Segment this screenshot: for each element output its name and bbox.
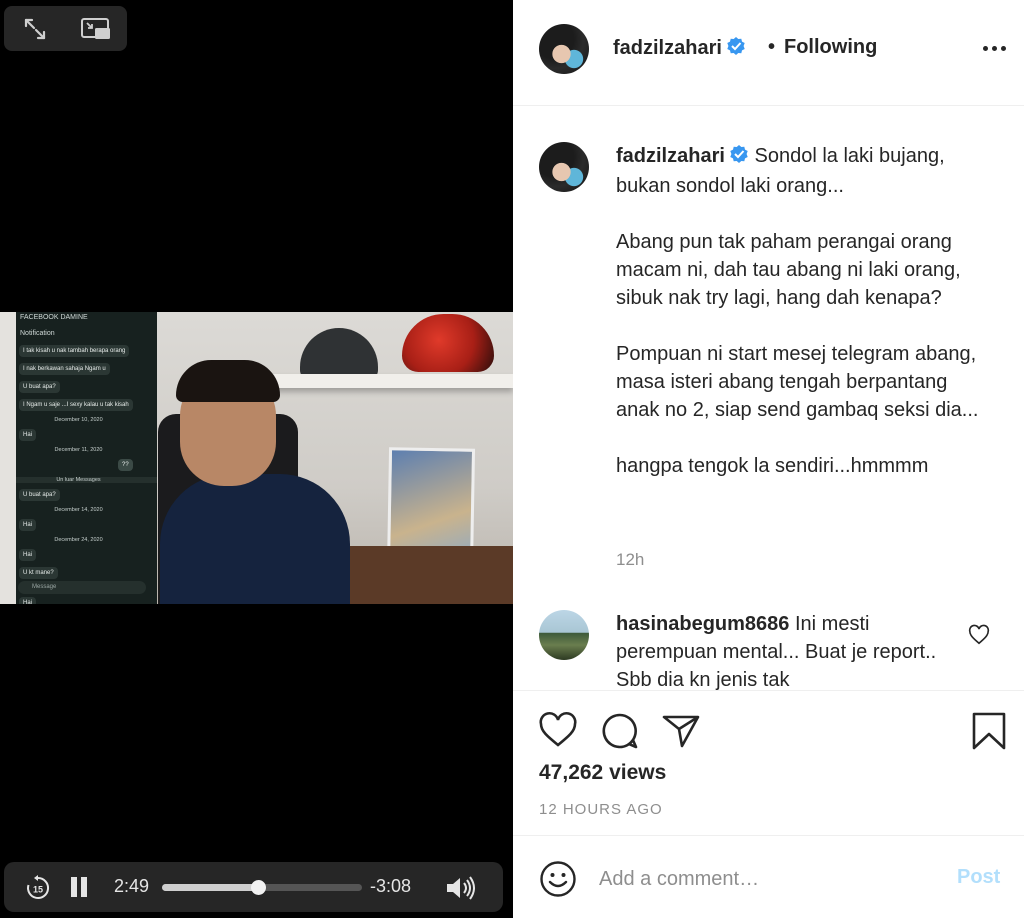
pip-controls xyxy=(4,6,127,51)
wall-shelf xyxy=(270,374,513,388)
skip-back-seconds: 15 xyxy=(33,885,43,895)
following-button[interactable]: Following xyxy=(784,36,877,59)
add-comment-bar: Post xyxy=(513,836,1024,918)
commenter-username[interactable]: hasinabegum8686 xyxy=(616,613,789,635)
remaining-time: -3:08 xyxy=(370,876,412,896)
person-body xyxy=(160,474,350,604)
chat-message-row: I Ngam u saje ...I sexy kalau u tak kisa… xyxy=(0,393,157,411)
chat-message-row: Hai xyxy=(0,423,157,441)
chat-message-bubble: I Ngam u saje ...I sexy kalau u tak kisa… xyxy=(19,399,133,411)
video-player[interactable]: FACEBOOK DAMINE Notification I tak kisah… xyxy=(0,0,513,918)
comment-bubble-icon[interactable] xyxy=(600,711,640,751)
avatar[interactable] xyxy=(539,24,589,74)
chat-messages: I tak kisah u nak tambah berapa orang I n… xyxy=(0,339,157,604)
post-header: fadzilzahari • Following xyxy=(513,0,1024,106)
caption-username[interactable]: fadzilzahari xyxy=(616,145,725,167)
chat-message-row: Hai xyxy=(0,513,157,531)
verified-badge-icon xyxy=(726,36,746,61)
like-heart-icon[interactable] xyxy=(538,711,578,751)
desk xyxy=(340,546,513,604)
seek-bar[interactable] xyxy=(162,880,362,895)
chat-header: FACEBOOK DAMINE xyxy=(20,314,88,321)
chat-message-row: I tak kisah u nak tambah berapa orang xyxy=(0,339,157,357)
comment-item: hasinabegum8686 Ini mesti perempuan ment… xyxy=(616,610,946,690)
caption-age[interactable]: 12h xyxy=(616,550,644,570)
chat-message-row: ?? xyxy=(0,453,157,471)
post-timestamp[interactable]: 12 HOURS AGO xyxy=(539,801,663,818)
chat-composer: Message xyxy=(18,581,146,594)
elapsed-time: 2:49 xyxy=(114,876,150,896)
chat-message-bubble: U buat apa? xyxy=(19,489,60,501)
video-frame: FACEBOOK DAMINE Notification I tak kisah… xyxy=(0,312,513,604)
post-panel: fadzilzahari • Following fadzilzahari So… xyxy=(513,0,1024,918)
post-comment-button[interactable]: Post xyxy=(957,866,1000,889)
chat-message-row: I nak berkawan sahaja Ngam u xyxy=(0,357,157,375)
view-count[interactable]: 47,262 views xyxy=(539,761,666,785)
seek-bar-knob[interactable] xyxy=(251,880,266,895)
chat-message-bubble: Hai xyxy=(19,519,37,531)
post-caption: fadzilzahari Sondol la laki bujang, buka… xyxy=(616,142,996,480)
chat-message-bubble: I nak berkawan sahaja Ngam u xyxy=(19,363,110,375)
chat-message-bubble: U kt mane? xyxy=(19,567,58,579)
comment-input[interactable] xyxy=(599,864,939,894)
playback-controls: 15 2:49 -3:08 xyxy=(4,862,503,912)
chat-message-row: U kt mane? xyxy=(0,561,157,579)
chat-message-bubble: U buat apa? xyxy=(19,381,60,393)
caption-avatar[interactable] xyxy=(539,142,589,192)
chat-message-bubble: Hai xyxy=(19,429,37,441)
commenter-avatar[interactable] xyxy=(539,610,589,660)
separator-dot: • xyxy=(768,36,776,58)
post-author[interactable]: fadzilzahari xyxy=(613,36,746,61)
volume-icon[interactable] xyxy=(444,875,478,901)
chat-message-bubble: ?? xyxy=(118,459,133,471)
chat-message-row: U buat apa? xyxy=(0,375,157,393)
caption-text: Sondol la laki bujang, bukan sondol laki… xyxy=(616,145,979,477)
person-hair xyxy=(176,360,280,402)
chat-screenshot-overlay: FACEBOOK DAMINE Notification I tak kisah… xyxy=(0,312,157,604)
chat-message-bubble: I tak kisah u nak tambah berapa orang xyxy=(19,345,130,357)
skip-back-15-icon[interactable]: 15 xyxy=(25,875,51,901)
chat-message-row: Hai xyxy=(0,543,157,561)
chat-message-bubble: Hai xyxy=(19,549,37,561)
more-options-icon[interactable] xyxy=(979,38,1009,58)
verified-badge-icon xyxy=(729,144,749,172)
share-paper-plane-icon[interactable] xyxy=(661,711,701,751)
chat-message-bubble: Hai xyxy=(19,597,37,604)
post-actions: 47,262 views 12 HOURS AGO xyxy=(513,690,1024,836)
save-bookmark-icon[interactable] xyxy=(969,711,1009,751)
seek-bar-fill xyxy=(162,884,258,891)
pause-button[interactable] xyxy=(67,875,91,899)
username[interactable]: fadzilzahari xyxy=(613,37,722,59)
chat-edge xyxy=(0,312,16,604)
chat-message-row: U buat apa? xyxy=(0,483,157,501)
emoji-smiley-icon[interactable] xyxy=(539,860,577,898)
comments-section[interactable]: fadzilzahari Sondol la laki bujang, buka… xyxy=(513,106,1024,690)
fullscreen-icon[interactable] xyxy=(4,6,66,51)
picture-in-picture-icon[interactable] xyxy=(66,6,128,51)
comment-like-heart-icon[interactable] xyxy=(968,624,990,646)
chat-subheader: Notification xyxy=(20,330,55,337)
